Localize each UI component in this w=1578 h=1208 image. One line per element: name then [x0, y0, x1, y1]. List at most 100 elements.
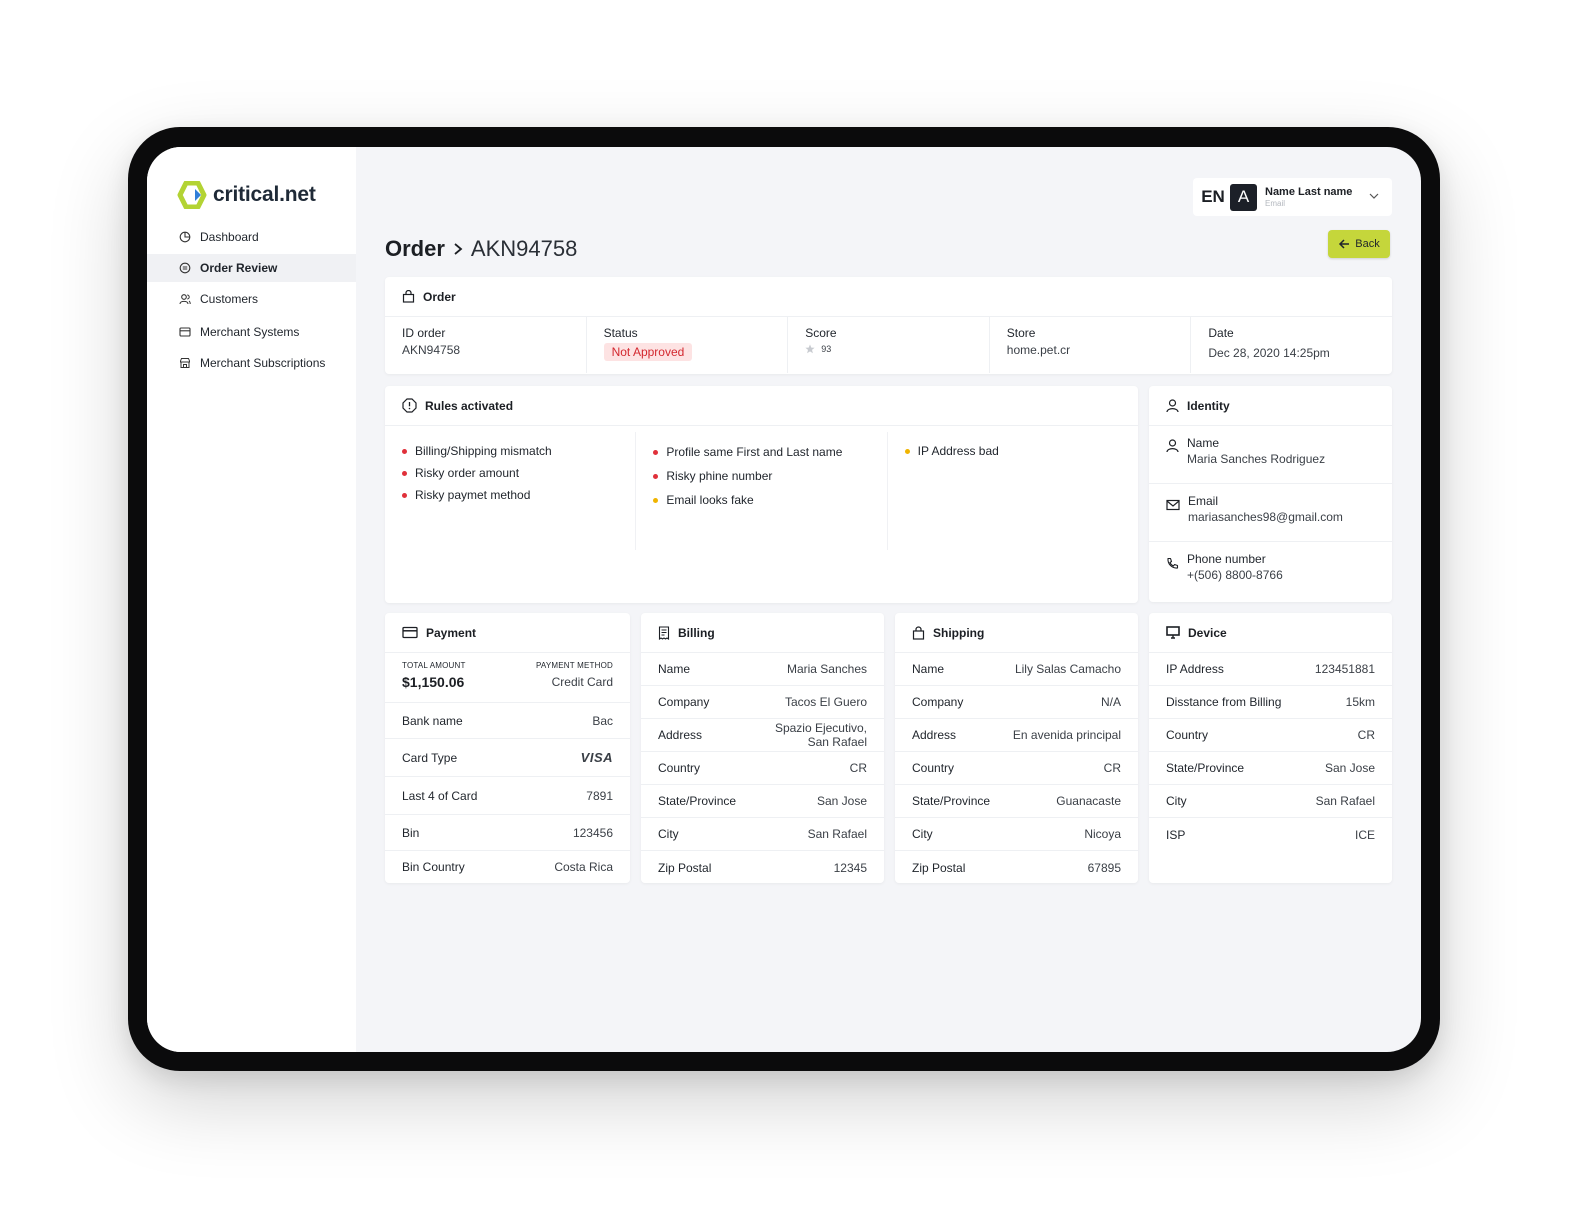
- row-value: 12345: [833, 860, 867, 875]
- device-row: Country CR: [1149, 719, 1392, 752]
- shopping-bag-icon: [402, 290, 415, 303]
- billing-row: Company Tacos El Guero: [641, 686, 884, 719]
- mail-icon: [1166, 499, 1180, 511]
- visa-logo: VISA: [580, 750, 613, 765]
- rule-item: Risky phine number: [653, 464, 886, 488]
- risk-dot-medium-icon: [653, 497, 659, 503]
- sidebar: critical.net Dashboard Order Review Cust…: [147, 147, 356, 1052]
- shipping-row: City Nicoya: [895, 818, 1138, 851]
- billing-row: Address Spazio Ejecutivo, San Rafael: [641, 719, 884, 752]
- sidebar-item-customers[interactable]: Customers: [147, 285, 356, 313]
- row-value: 15km: [1345, 695, 1375, 709]
- user-menu[interactable]: A Name Last name Email: [1224, 178, 1392, 216]
- shopping-bag-icon: [912, 625, 925, 640]
- row-label: Name: [912, 662, 945, 676]
- billing-card: Billing Name Maria Sanches Company Tacos E…: [641, 613, 884, 883]
- row-value: 123451881: [1314, 662, 1375, 676]
- device-card-title: Device: [1188, 625, 1227, 640]
- identity-card-header: Identity: [1149, 386, 1392, 426]
- row-label: Country: [658, 761, 701, 775]
- row-label: Country: [1166, 728, 1209, 742]
- rule-text: IP Address bad: [917, 444, 999, 458]
- identity-name-label: Name: [1187, 436, 1220, 450]
- back-button-label: Back: [1355, 238, 1380, 250]
- row-value: 7891: [586, 788, 613, 803]
- rules-column: IP Address bad: [888, 432, 1138, 550]
- shipping-card-title: Shipping: [933, 625, 985, 640]
- order-review-icon: [179, 262, 191, 274]
- row-value: Spazio Ejecutivo, San Rafael: [774, 721, 867, 749]
- user-icon: [1166, 439, 1179, 453]
- rule-text: Profile same First and Last name: [666, 445, 843, 459]
- row-label: State/Province: [912, 794, 991, 808]
- row-label: Zip Postal: [658, 860, 712, 875]
- row-label: Company: [658, 695, 710, 709]
- chevron-down-icon: [1369, 193, 1379, 199]
- rule-text: Billing/Shipping mismatch: [415, 444, 552, 458]
- sidebar-item-dashboard[interactable]: Dashboard: [147, 223, 356, 251]
- logo[interactable]: critical.net: [177, 181, 316, 209]
- rule-text: Risky paymet method: [415, 488, 531, 502]
- shipping-row: State/Province Guanacaste: [895, 785, 1138, 818]
- row-value: En avenida principal: [1012, 728, 1121, 742]
- payment-row: Bank name Bac: [385, 703, 630, 739]
- sidebar-item-label: Dashboard: [200, 230, 259, 244]
- avatar: A: [1230, 183, 1257, 211]
- order-status-field: Status Not Approved: [587, 317, 789, 373]
- page-title[interactable]: Order: [385, 236, 445, 262]
- row-label: Address: [658, 728, 703, 742]
- sidebar-item-order-review[interactable]: Order Review: [147, 254, 356, 282]
- payment-card-header: Payment: [385, 613, 630, 653]
- row-value: ICE: [1354, 827, 1375, 842]
- row-label: ISP: [1166, 827, 1186, 842]
- risk-dot-high-icon: [402, 448, 407, 454]
- payment-row: Last 4 of Card 7891: [385, 777, 630, 815]
- identity-phone-value[interactable]: +(506) 8800-8766: [1187, 568, 1283, 582]
- device-row: State/Province San Jose: [1149, 752, 1392, 785]
- receipt-icon: [658, 625, 670, 640]
- order-card: Order ID order AKN94758 Status Not Appro…: [385, 277, 1392, 374]
- row-value: Maria Sanches: [786, 662, 867, 676]
- identity-phone-row: Phone number +(506) 8800-8766: [1149, 542, 1392, 600]
- rule-text: Email looks fake: [666, 493, 754, 507]
- identity-name-value: Maria Sanches Rodriguez: [1187, 452, 1326, 466]
- rule-item: IP Address bad: [904, 440, 1138, 462]
- risk-dot-high-icon: [653, 473, 659, 479]
- row-value: Bac: [592, 713, 613, 728]
- back-button[interactable]: Back: [1328, 230, 1390, 258]
- risk-dot-high-icon: [653, 449, 659, 455]
- main-content: EN A Name Last name Email Order AKN94758…: [356, 147, 1421, 1052]
- order-id-value: AKN94758: [402, 343, 461, 357]
- tablet-frame: critical.net Dashboard Order Review Cust…: [128, 127, 1440, 1071]
- sidebar-item-merchant-subscriptions[interactable]: Merchant Subscriptions: [147, 349, 356, 377]
- row-value: San Jose: [1324, 761, 1375, 775]
- total-amount-label: Total Amount: [402, 661, 466, 670]
- app-screen: critical.net Dashboard Order Review Cust…: [147, 147, 1421, 1052]
- row-value: Tacos El Guero: [784, 695, 867, 709]
- rule-item: Email looks fake: [653, 488, 886, 512]
- payment-row: Bin 123456: [385, 815, 630, 851]
- pie-chart-icon: [179, 231, 191, 243]
- row-value: Guanacaste: [1056, 794, 1121, 808]
- order-score-field: Score 93: [788, 317, 990, 373]
- rules-card-header: Rules activated: [385, 386, 1138, 426]
- row-label: IP Address: [1166, 662, 1224, 676]
- row-label: City: [658, 827, 679, 841]
- sidebar-item-merchant-systems[interactable]: Merchant Systems: [147, 318, 356, 346]
- shipping-row: Name Lily Salas Camacho: [895, 653, 1138, 686]
- risk-dot-high-icon: [402, 470, 407, 476]
- identity-phone-label: Phone number: [1187, 552, 1266, 566]
- identity-email-value[interactable]: mariasanches98@gmail.com: [1188, 510, 1343, 524]
- row-label: State/Province: [658, 794, 737, 808]
- score-value-row: 93: [805, 344, 989, 354]
- store-icon: [179, 357, 191, 369]
- payment-card: Payment Total Amount $1,150.06 Payment M…: [385, 613, 630, 883]
- rule-text: Risky phine number: [666, 469, 773, 483]
- row-label: Company: [912, 695, 964, 709]
- user-info: Name Last name Email: [1265, 186, 1352, 208]
- user-icon: [1166, 398, 1179, 412]
- billing-card-title: Billing: [678, 625, 715, 640]
- rules-column: Billing/Shipping mismatch Risky order am…: [385, 432, 637, 550]
- row-value: CR: [1357, 728, 1375, 742]
- rules-card-title: Rules activated: [425, 398, 514, 413]
